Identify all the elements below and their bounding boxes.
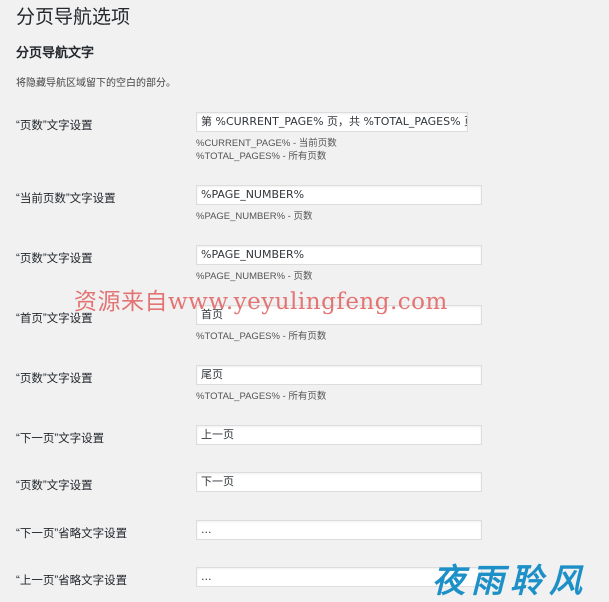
setting-label: “页数”文字设置	[16, 120, 93, 132]
setting-label: “上一页”省略文字设置	[16, 575, 128, 587]
setting-hint: %TOTAL_PAGES% - 所有页数	[196, 151, 327, 162]
setting-hint: %CURRENT_PAGE% - 当前页数	[196, 138, 337, 149]
current-page-text-input[interactable]: %PAGE_NUMBER%	[196, 185, 482, 205]
next-page-text-input[interactable]: 上一页	[196, 425, 482, 445]
last-page-text-input[interactable]: 尾页	[196, 365, 482, 385]
section-title: 分页导航文字	[16, 45, 95, 60]
page-number-text-input[interactable]: %PAGE_NUMBER%	[196, 245, 482, 265]
setting-label: “下一页”文字设置	[16, 433, 105, 445]
next-ellipsis-text-input[interactable]: ...	[196, 520, 482, 540]
page-count-text-input[interactable]: 第 %CURRENT_PAGE% 页，共 %TOTAL_PAGES% 页	[196, 112, 468, 132]
setting-label: “页数”文字设置	[16, 253, 93, 265]
pages-text-input[interactable]: 下一页	[196, 472, 482, 492]
setting-hint: %PAGE_NUMBER% - 页数	[196, 211, 313, 222]
watermark-brand-logo: 夜雨聆风	[432, 561, 588, 600]
setting-label: “页数”文字设置	[16, 480, 93, 492]
setting-label: “下一页”省略文字设置	[16, 528, 128, 540]
setting-label: “页数”文字设置	[16, 373, 93, 385]
setting-label: “当前页数”文字设置	[16, 193, 116, 205]
setting-hint: %TOTAL_PAGES% - 所有页数	[196, 391, 327, 402]
section-description: 将隐藏导航区域留下的空白的部分。	[16, 78, 176, 89]
setting-hint: %PAGE_NUMBER% - 页数	[196, 271, 313, 282]
watermark-text: 资源来自www.yeyulingfeng.com	[74, 289, 448, 315]
page-title: 分页导航选项	[16, 7, 131, 28]
setting-hint: %TOTAL_PAGES% - 所有页数	[196, 331, 327, 342]
